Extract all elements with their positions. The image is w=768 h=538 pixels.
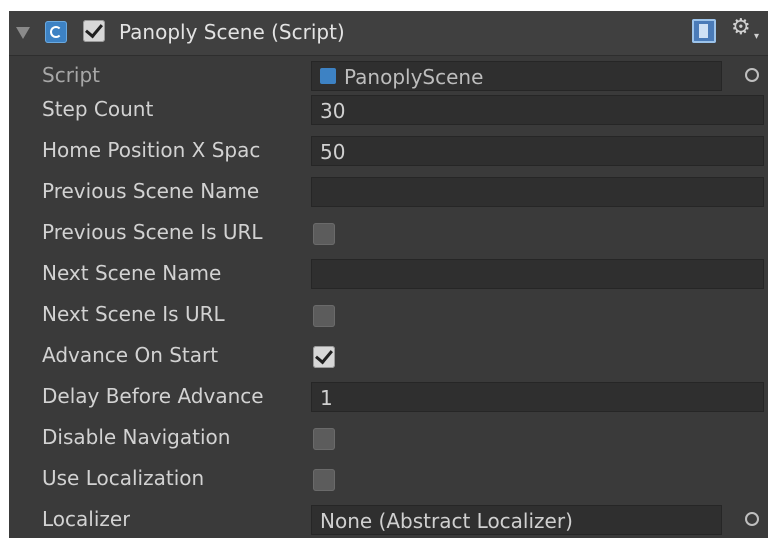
disable-navigation-label: Disable Navigation [42, 425, 231, 449]
previous-scene-is-url-checkbox[interactable] [313, 223, 335, 245]
checkmark-icon [85, 19, 103, 39]
localizer-label: Localizer [42, 507, 131, 531]
row-next-scene-name: Next Scene Name [9, 254, 768, 294]
previous-scene-is-url-label: Previous Scene Is URL [42, 220, 263, 244]
row-home-position-x: Home Position X Spac 50 [9, 131, 768, 171]
delay-before-advance-input[interactable]: 1 [311, 382, 764, 412]
next-scene-name-input[interactable] [311, 259, 764, 289]
foldout-arrow-icon[interactable] [16, 27, 30, 39]
advance-on-start-checkbox[interactable] [313, 345, 335, 368]
step-count-label: Step Count [42, 97, 154, 121]
component-header[interactable]: Panoply Scene (Script) ⚙ ▾ [9, 11, 768, 56]
next-scene-is-url-checkbox[interactable] [313, 305, 335, 327]
row-disable-navigation: Disable Navigation [9, 418, 768, 458]
gear-icon[interactable]: ⚙ [731, 17, 751, 39]
previous-scene-name-label: Previous Scene Name [42, 179, 260, 203]
delay-before-advance-value: 1 [320, 386, 333, 410]
script-icon [320, 68, 336, 84]
home-position-x-label: Home Position X Spac [42, 138, 261, 162]
localizer-value: None (Abstract Localizer) [320, 509, 573, 533]
inspector-component-panel: Panoply Scene (Script) ⚙ ▾ Script Panopl… [9, 11, 768, 538]
row-use-localization: Use Localization [9, 459, 768, 499]
script-object-field[interactable]: PanoplyScene [311, 61, 722, 91]
localizer-object-field[interactable]: None (Abstract Localizer) [311, 505, 722, 535]
object-picker-icon[interactable] [745, 68, 759, 82]
previous-scene-name-input[interactable] [311, 177, 764, 207]
step-count-input[interactable]: 30 [311, 95, 764, 125]
row-localizer: Localizer None (Abstract Localizer) [9, 500, 768, 538]
row-delay-before-advance: Delay Before Advance 1 [9, 377, 768, 417]
home-position-x-input[interactable]: 50 [311, 136, 764, 166]
checkmark-icon [315, 345, 333, 365]
chevron-down-icon[interactable]: ▾ [754, 31, 759, 42]
next-scene-name-label: Next Scene Name [42, 261, 222, 285]
script-object-value: PanoplyScene [344, 65, 484, 89]
row-step-count: Step Count 30 [9, 90, 768, 130]
script-label: Script [42, 63, 101, 87]
component-enabled-checkbox[interactable] [83, 19, 105, 42]
row-previous-scene-name: Previous Scene Name [9, 172, 768, 212]
component-title: Panoply Scene (Script) [119, 20, 345, 44]
use-localization-checkbox[interactable] [313, 469, 335, 491]
step-count-value: 30 [320, 99, 346, 123]
row-next-scene-is-url: Next Scene Is URL [9, 295, 768, 335]
row-previous-scene-is-url: Previous Scene Is URL [9, 213, 768, 253]
next-scene-is-url-label: Next Scene Is URL [42, 302, 225, 326]
home-position-x-value: 50 [320, 140, 346, 164]
use-localization-label: Use Localization [42, 466, 205, 490]
delay-before-advance-label: Delay Before Advance [42, 384, 264, 408]
help-book-icon[interactable] [692, 19, 716, 43]
script-icon [45, 21, 67, 43]
object-picker-icon[interactable] [745, 512, 759, 526]
row-advance-on-start: Advance On Start [9, 336, 768, 376]
disable-navigation-checkbox[interactable] [313, 428, 335, 450]
advance-on-start-label: Advance On Start [42, 343, 219, 367]
